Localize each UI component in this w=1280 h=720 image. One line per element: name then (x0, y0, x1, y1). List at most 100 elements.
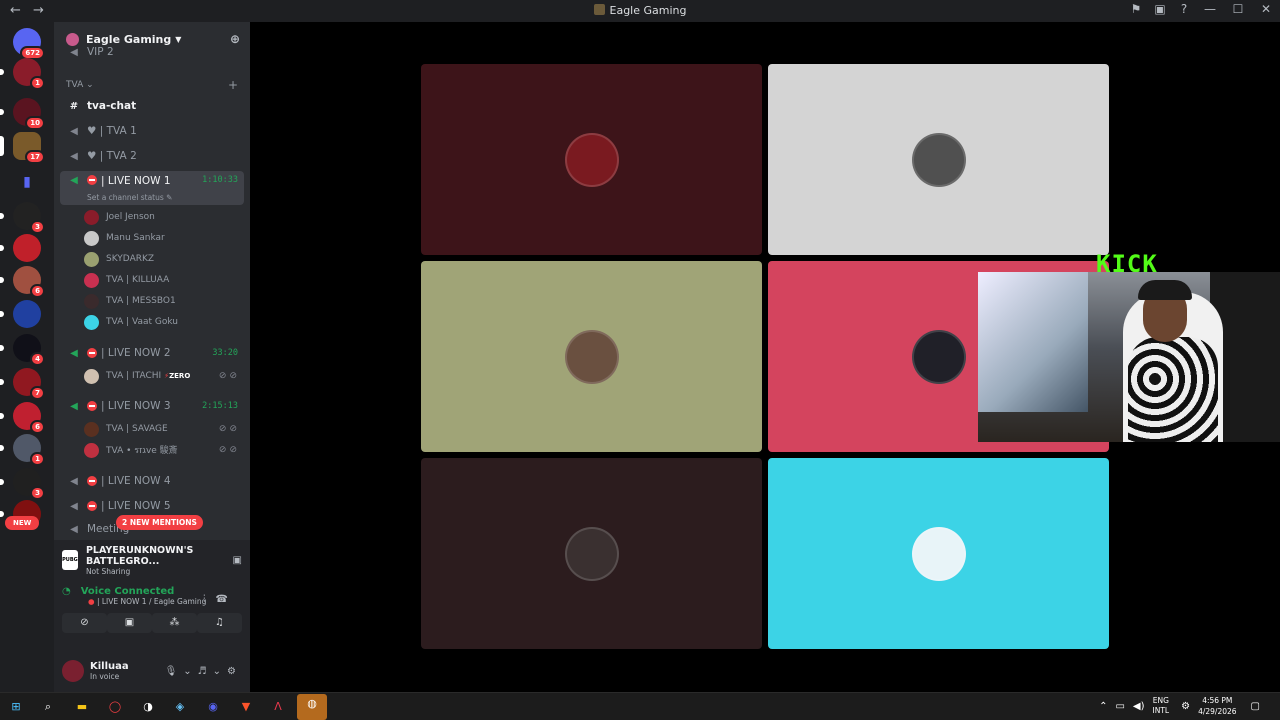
chevron-up-icon[interactable]: ⌃ (1099, 701, 1107, 712)
camera-off-button[interactable]: ⊘ (62, 613, 107, 633)
participant-tile[interactable] (421, 458, 762, 649)
headphones-icon[interactable]: ♬ (198, 666, 213, 677)
game-taskbar-icon[interactable]: ◍ (297, 694, 327, 720)
chevron-down-icon[interactable]: ⌄ (183, 666, 197, 677)
channel-live-now-5[interactable]: ◀ | LIVE NOW 5 (60, 495, 244, 517)
minimize-button[interactable]: — (1196, 2, 1224, 16)
network-icon[interactable]: ▭ (1115, 701, 1124, 712)
screen-share-button[interactable]: ▣ (107, 613, 152, 633)
channel-label: ♥ | TVA 1 (87, 125, 137, 137)
clock[interactable]: 4:56 PM 4/29/2026 (1198, 695, 1236, 717)
share-screen-icon[interactable]: ▣ (233, 555, 242, 566)
server-icon-10[interactable]: 3 (0, 468, 45, 500)
noise-suppression-icon[interactable]: ⫶ (203, 594, 216, 605)
webcam-overlay (978, 272, 1280, 442)
gear-icon[interactable]: ⚙ (227, 666, 242, 677)
inbox-icon[interactable]: ⚑ (1124, 2, 1148, 16)
channel-label: | LIVE NOW 4 (101, 475, 171, 487)
channel-timer: 33:20 (212, 348, 238, 358)
add-channel-icon[interactable]: + (228, 78, 238, 92)
voice-stage: KICK (250, 22, 1280, 692)
server-icon-1[interactable]: 1 (0, 58, 45, 90)
microphone-icon[interactable]: 🎙 (165, 666, 184, 677)
steam-icon[interactable]: ◈ (170, 697, 190, 717)
search-icon[interactable]: ⌕ (38, 697, 58, 717)
server-icon-8[interactable]: 6 (0, 402, 45, 434)
discord-icon[interactable]: ◉ (203, 697, 223, 717)
server-icon-4[interactable]: 6 (0, 266, 45, 298)
avatar (911, 329, 966, 384)
voice-connection-panel: ◔ Voice Connected ● | LIVE NOW 1 / Eagle … (54, 580, 250, 650)
server-badge: 3 (30, 486, 45, 500)
clock-time: 4:56 PM (1202, 696, 1233, 705)
folder-icon[interactable]: ▮ (13, 168, 41, 196)
server-icon-6[interactable]: 4 (0, 334, 45, 366)
server-icon-beast[interactable]: 3 (0, 202, 45, 234)
muted-deafened-icon: ⊘⊘ (218, 445, 240, 455)
app-a-icon[interactable]: Λ (268, 697, 288, 717)
channel-live-now-2[interactable]: ◀ | LIVE NOW 2 33:20 (60, 342, 244, 364)
home-icon[interactable]: 672 (13, 28, 45, 60)
server-icon-3[interactable] (0, 234, 41, 262)
maximize-button[interactable]: ☐ (1224, 2, 1252, 16)
disconnect-icon[interactable]: ☎ (216, 594, 238, 605)
channel-status[interactable]: Set a channel status ✎ (87, 193, 172, 202)
server-icon-7[interactable]: 7 (0, 368, 45, 400)
live-dot-icon (87, 501, 97, 511)
avatar (84, 368, 99, 384)
help-icon[interactable]: ? (1172, 2, 1196, 16)
unread-pill (0, 445, 4, 451)
volume-icon[interactable]: ◀) (1133, 701, 1145, 712)
close-button[interactable]: ✕ (1252, 2, 1280, 16)
voice-user[interactable]: TVA | Vaat Goku (84, 312, 244, 332)
participant-tile[interactable] (768, 458, 1109, 649)
channel-label: ♥ | TVA 2 (87, 150, 137, 162)
participant-tile[interactable] (768, 64, 1109, 255)
screen-icon[interactable]: ▣ (1148, 2, 1172, 16)
chevron-down-icon[interactable]: ⌄ (213, 666, 227, 677)
chevron-down-icon: ▼ (175, 34, 182, 44)
channel-tva-chat[interactable]: # tva-chat (60, 95, 244, 117)
new-unreads-pill[interactable]: NEW (5, 516, 40, 530)
voice-user[interactable]: TVA • รגזve 駿斎 ⊘⊘ (84, 440, 244, 460)
game-name: PLAYERUNKNOWN'S BATTLEGRO... (85, 544, 194, 567)
app-icon[interactable]: ◑ (138, 697, 158, 717)
voice-user[interactable]: TVA | ITACHI ⚡ZERO ⊘⊘ (84, 366, 244, 386)
windows-start-icon[interactable]: ⊞ (6, 697, 26, 717)
speaker-icon: ◀ (70, 47, 78, 58)
brave-icon[interactable]: ▼ (236, 697, 256, 717)
avatar[interactable] (62, 660, 84, 682)
server-icon-eagle-gaming[interactable]: 17 (0, 132, 45, 164)
server-badge: 1 (30, 452, 45, 466)
settings-icon[interactable]: ⚙ (1181, 701, 1190, 712)
signal-icon[interactable]: ◔ (62, 586, 71, 597)
participant-tile[interactable] (421, 261, 762, 452)
voice-user[interactable]: TVA | SAVAGE ⊘⊘ (84, 419, 244, 439)
channel-vip2[interactable]: ◀ VIP 2 (60, 44, 244, 58)
user-name: TVA | Vaat Goku (106, 317, 178, 327)
server-icon-5[interactable] (0, 300, 41, 328)
participant-tile[interactable] (421, 64, 762, 255)
channel-tva1[interactable]: ◀ ♥ | TVA 1 (60, 120, 244, 142)
voice-user[interactable]: TVA | KILLUAA (84, 270, 244, 290)
speaker-active-icon: ◀ (70, 347, 78, 359)
channel-live-now-3[interactable]: ◀ | LIVE NOW 3 2:15:13 (60, 395, 244, 417)
live-dot-icon (87, 476, 97, 486)
unread-pill (0, 109, 4, 115)
channel-tva2[interactable]: ◀ ♥ | TVA 2 (60, 145, 244, 167)
new-mentions-pill[interactable]: 2 NEW MENTIONS (116, 515, 203, 530)
soundboard-button[interactable]: ♫ (197, 613, 242, 633)
voice-user[interactable]: Manu Sankar (84, 228, 244, 248)
voice-user[interactable]: SKYDARKZ (84, 249, 244, 269)
server-icon-9[interactable]: 1 (0, 434, 45, 466)
activities-button[interactable]: ⁂ (152, 613, 197, 633)
category-tva[interactable]: TVA ⌄ (66, 80, 94, 90)
voice-user[interactable]: Joel Jenson (84, 207, 244, 227)
voice-user[interactable]: TVA | MESSBO1 (84, 291, 244, 311)
opera-icon[interactable]: ◯ (105, 697, 125, 717)
notification-icon[interactable]: ▢ (1251, 701, 1260, 712)
channel-live-now-4[interactable]: ◀ | LIVE NOW 4 (60, 470, 244, 492)
language-indicator[interactable]: ENG INTL (1153, 696, 1170, 716)
file-explorer-icon[interactable]: ▬ (72, 697, 92, 717)
server-icon-2[interactable]: 10 (0, 98, 45, 130)
